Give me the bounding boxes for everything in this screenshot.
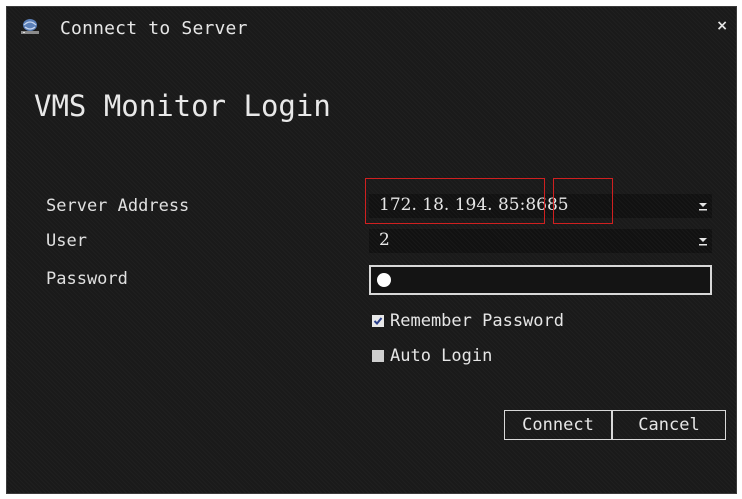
server-ip-value: 172. 18. 194. 85 [379, 195, 520, 215]
cancel-button[interactable]: Cancel [612, 410, 726, 440]
checkbox-unchecked-icon[interactable] [372, 350, 384, 362]
server-port-value: 8685 [525, 195, 569, 215]
window-title: Connect to Server [60, 18, 248, 39]
server-address-combo[interactable]: 172. 18. 194. 85:8685 [369, 194, 712, 218]
page-title: VMS Monitor Login [34, 89, 331, 123]
user-label: User [46, 231, 87, 251]
server-address-value: 172. 18. 194. 85:8685 [379, 195, 569, 215]
password-mask-dot [377, 273, 391, 287]
server-address-label: Server Address [46, 196, 190, 216]
remember-password-label: Remember Password [390, 311, 564, 331]
password-label: Password [46, 269, 128, 289]
password-field[interactable] [369, 265, 712, 295]
user-combo[interactable]: 2 [369, 229, 712, 253]
remember-password-checkbox[interactable]: Remember Password [372, 311, 564, 331]
title-bar[interactable]: Connect to Server × [7, 7, 736, 49]
auto-login-checkbox[interactable]: Auto Login [372, 346, 492, 366]
auto-login-label: Auto Login [390, 346, 493, 366]
checkbox-checked-icon[interactable] [372, 315, 384, 327]
user-value: 2 [379, 230, 390, 250]
connect-button[interactable]: Connect [504, 410, 612, 440]
connect-dialog: Connect to Server × VMS Monitor Login Se… [6, 6, 737, 494]
close-button[interactable]: × [716, 18, 728, 34]
chevron-down-icon[interactable] [698, 232, 708, 248]
server-globe-icon [21, 19, 39, 34]
chevron-down-icon[interactable] [698, 197, 708, 213]
